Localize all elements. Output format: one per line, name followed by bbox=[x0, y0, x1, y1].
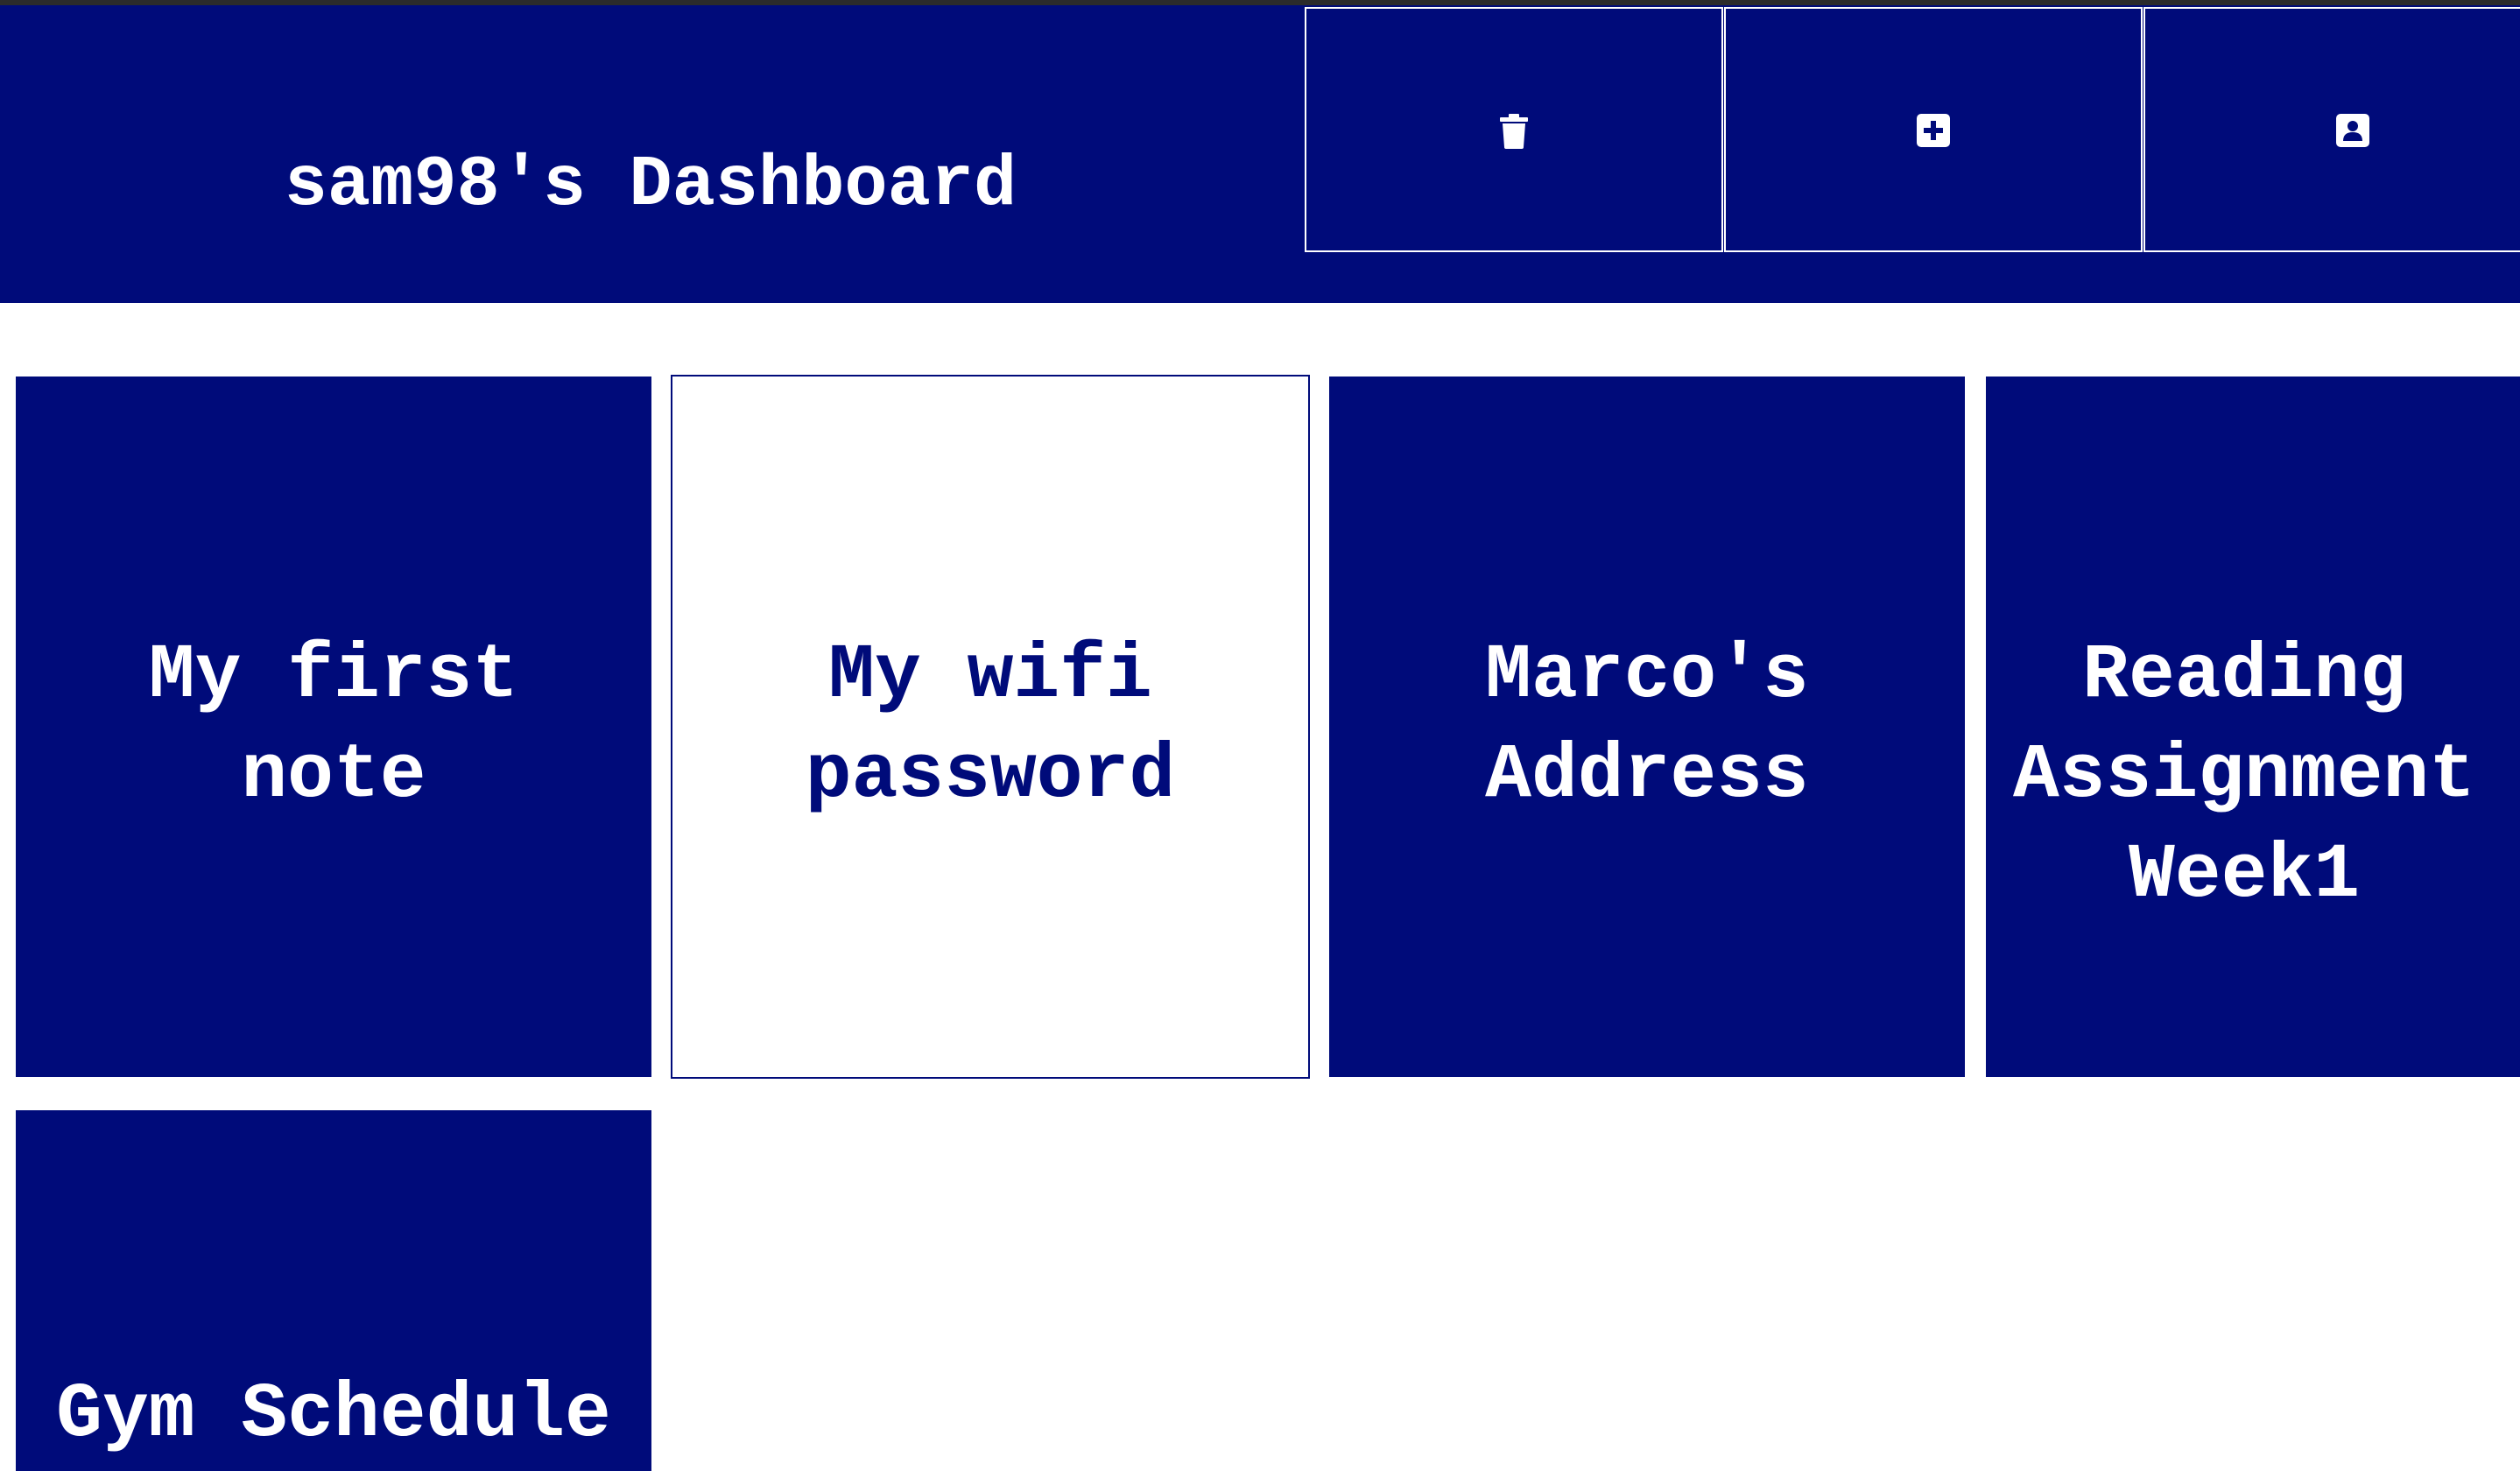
plus-square-icon bbox=[1917, 114, 1950, 147]
note-card[interactable]: Reading Assignment Week1 bbox=[1986, 377, 2520, 1077]
trash-icon bbox=[1499, 114, 1529, 149]
profile-button[interactable] bbox=[2143, 7, 2520, 252]
note-title: Marco's Address bbox=[1485, 633, 1809, 820]
note-title: My first note bbox=[148, 633, 519, 820]
note-title: Reading Assignment Week1 bbox=[2012, 633, 2476, 919]
note-card-selected[interactable]: My wifi password bbox=[671, 375, 1310, 1079]
delete-button[interactable] bbox=[1305, 7, 1723, 252]
add-note-button[interactable] bbox=[1724, 7, 2143, 252]
note-title: Gym Schedule bbox=[56, 1372, 611, 1459]
note-card[interactable]: Marco's Address bbox=[1329, 377, 1965, 1077]
note-card[interactable]: Gym Schedule bbox=[16, 1110, 651, 1471]
page-title: sam98's Dashboard bbox=[284, 144, 1017, 226]
user-badge-icon bbox=[2336, 114, 2369, 147]
note-card[interactable]: My first note bbox=[16, 377, 651, 1077]
note-title: My wifi password bbox=[805, 633, 1176, 820]
